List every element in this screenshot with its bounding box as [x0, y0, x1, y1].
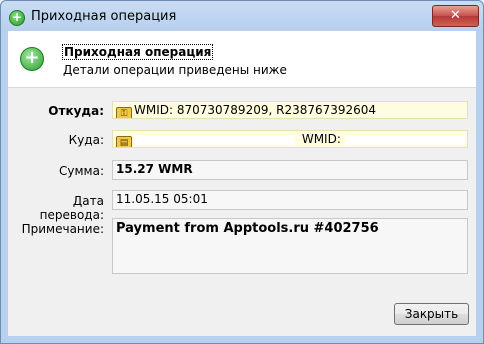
dialog-header: + Приходная операция Детали операции при… [8, 31, 476, 88]
from-value: WMID: 870730789209, R238767392604 [134, 103, 377, 117]
dialog-window: + Приходная операция ✕ + Приходная опера… [0, 0, 484, 344]
date-label: Дата перевода: [39, 194, 104, 222]
from-label: Откуда: [48, 104, 104, 118]
to-value: WMID: [301, 132, 341, 146]
redacted-name [134, 134, 294, 145]
to-field[interactable]: ▤ WMID: [112, 130, 468, 148]
title-bar[interactable]: + Приходная операция ✕ [1, 1, 483, 31]
plus-circle-icon: + [9, 10, 25, 26]
window-title: Приходная операция [31, 9, 177, 24]
date-field[interactable]: 11.05.15 05:01 [112, 190, 468, 210]
header-subtitle: Детали операции приведены ниже [63, 63, 287, 77]
note-value: Payment from Apptools.ru #402756 [116, 221, 379, 236]
amount-label: Сумма: [59, 164, 104, 178]
operation-details: Откуда: ⚿ WMID: 870730789209, R2387673926… [8, 88, 476, 336]
amount-value: 15.27 WMR [116, 162, 193, 176]
close-button[interactable]: Закрыть [394, 303, 469, 325]
note-label: Примечание: [21, 222, 104, 236]
note-field[interactable]: Payment from Apptools.ru #402756 [112, 218, 468, 274]
header-title: Приходная операция [62, 44, 214, 60]
to-label: Куда: [68, 133, 104, 147]
date-value: 11.05.15 05:01 [116, 192, 208, 206]
wallet-card-icon: ▤ [116, 136, 132, 147]
from-field[interactable]: ⚿ WMID: 870730789209, R238767392604 [112, 101, 468, 119]
plus-circle-icon: + [20, 47, 44, 71]
amount-field[interactable]: 15.27 WMR [112, 160, 468, 180]
redacted-wmid [344, 134, 465, 145]
wallet-lock-icon: ⚿ [116, 107, 132, 118]
window-close-button[interactable]: ✕ [432, 5, 479, 27]
